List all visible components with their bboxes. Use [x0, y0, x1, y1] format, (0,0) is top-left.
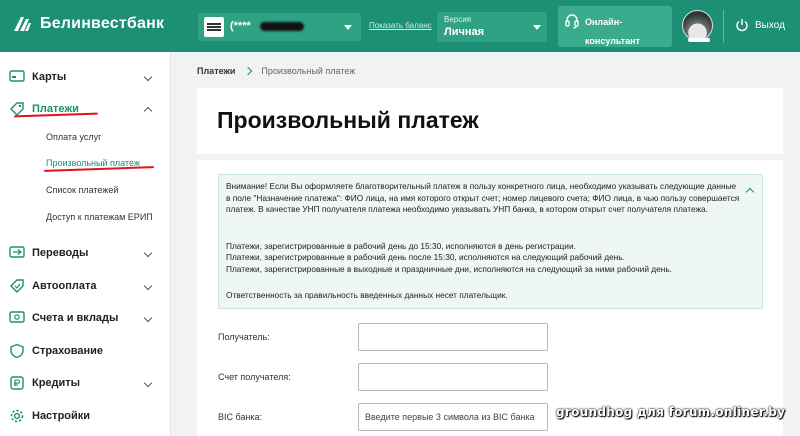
logo-icon	[14, 17, 31, 31]
sidebar: Карты Платежи Оплата услуг Произвольный …	[0, 52, 171, 436]
headset-icon	[565, 14, 579, 29]
version-label: Версия	[444, 15, 472, 24]
collapse-chevron-icon[interactable]	[745, 187, 755, 197]
card-icon	[9, 70, 25, 82]
sidebar-item-insurance[interactable]: Страхование	[0, 336, 171, 366]
sidebar-item-label: Страхование	[32, 345, 103, 357]
notice-time-line-2: Платежи, зарегистрированные в рабочий де…	[226, 252, 625, 262]
recipient-input[interactable]	[358, 323, 548, 351]
credits-icon	[10, 376, 24, 390]
card-thumbnail-icon	[204, 17, 224, 37]
bic-input[interactable]	[358, 403, 548, 431]
sidebar-subitem-erip-access[interactable]: Доступ к платежам ЕРИП	[46, 212, 153, 222]
accounts-icon	[9, 311, 25, 323]
version-value: Личная	[444, 26, 485, 38]
online-consultant-label: Онлайн-консультант	[585, 17, 640, 46]
autopay-icon	[10, 279, 24, 293]
breadcrumb-payments-link[interactable]: Платежи	[197, 66, 235, 76]
chevron-down-icon	[533, 25, 541, 30]
sidebar-item-label: Переводы	[32, 247, 89, 259]
online-consultant-button[interactable]: Онлайн-консультант	[558, 6, 672, 47]
notice-time-line-3: Платежи, зарегистрированные в выходные и…	[226, 264, 672, 274]
bank-logo[interactable]: Белинвестбанк	[12, 15, 164, 33]
chevron-right-icon	[244, 66, 253, 76]
header-divider	[723, 10, 724, 43]
sidebar-subitem-service-payments[interactable]: Оплата услуг	[46, 132, 101, 142]
avatar-name-bar	[688, 38, 710, 42]
recipient-account-input[interactable]	[358, 363, 548, 391]
chevron-down-icon	[143, 248, 153, 258]
chevron-down-icon	[143, 72, 153, 82]
card-number-redaction	[260, 22, 304, 31]
sidebar-item-transfers[interactable]: Переводы	[0, 238, 171, 268]
notice-charity-text: Внимание! Если Вы оформляете благотворит…	[226, 181, 740, 215]
recipient-account-label: Счет получателя:	[218, 372, 291, 382]
gear-icon	[10, 409, 24, 423]
watermark: groundhog для forum.onliner.by	[556, 405, 786, 419]
chevron-down-icon	[143, 313, 153, 323]
chevron-up-icon	[143, 106, 153, 116]
sidebar-item-accounts[interactable]: Счета и вклады	[0, 303, 171, 333]
logo-text: Белинвестбанк	[40, 15, 165, 32]
logout-button[interactable]: Выход	[735, 18, 785, 32]
version-selector[interactable]: Версия Личная	[437, 12, 547, 42]
card-number: (****	[230, 20, 251, 32]
recipient-label: Получатель:	[218, 332, 270, 342]
sidebar-item-label: Автооплата	[32, 280, 97, 292]
sidebar-item-credits[interactable]: Кредиты	[0, 368, 171, 398]
sidebar-subitem-payments-list[interactable]: Список платежей	[46, 185, 118, 195]
sidebar-item-label: Карты	[32, 71, 67, 83]
sidebar-item-autopay[interactable]: Автооплата	[0, 271, 171, 301]
sidebar-item-payments[interactable]: Платежи	[0, 94, 171, 124]
sidebar-item-cards[interactable]: Карты	[0, 62, 171, 92]
logout-label: Выход	[755, 19, 785, 31]
notice-time-line-1: Платежи, зарегистрированные в рабочий де…	[226, 241, 576, 251]
chevron-down-icon	[344, 25, 352, 30]
title-panel: Произвольный платеж	[197, 88, 783, 154]
breadcrumb: Платежи Произвольный платеж	[197, 66, 355, 76]
shield-icon	[10, 343, 24, 359]
card-selector[interactable]: (****	[198, 13, 361, 41]
sidebar-item-label: Настройки	[32, 410, 91, 422]
avatar[interactable]	[682, 10, 713, 41]
sidebar-item-label: Кредиты	[32, 377, 81, 389]
sidebar-item-settings[interactable]: Настройки	[0, 401, 171, 431]
breadcrumb-current: Произвольный платеж	[261, 66, 356, 76]
page-title: Произвольный платеж	[217, 107, 479, 133]
power-icon	[736, 19, 748, 32]
transfer-icon	[9, 246, 25, 258]
info-notice: Внимание! Если Вы оформляете благотворит…	[218, 174, 763, 309]
bic-label: BIC банка:	[218, 412, 263, 422]
top-header: Белинвестбанк (**** Показать баланс Верс…	[0, 0, 800, 52]
show-balance-link[interactable]: Показать баланс	[369, 21, 432, 30]
payment-form-panel: Внимание! Если Вы оформляете благотворит…	[197, 160, 783, 436]
chevron-down-icon	[143, 378, 153, 388]
notice-responsibility: Ответственность за правильность введенны…	[226, 290, 508, 300]
sidebar-item-label: Счета и вклады	[32, 312, 119, 324]
chevron-down-icon	[143, 281, 153, 291]
